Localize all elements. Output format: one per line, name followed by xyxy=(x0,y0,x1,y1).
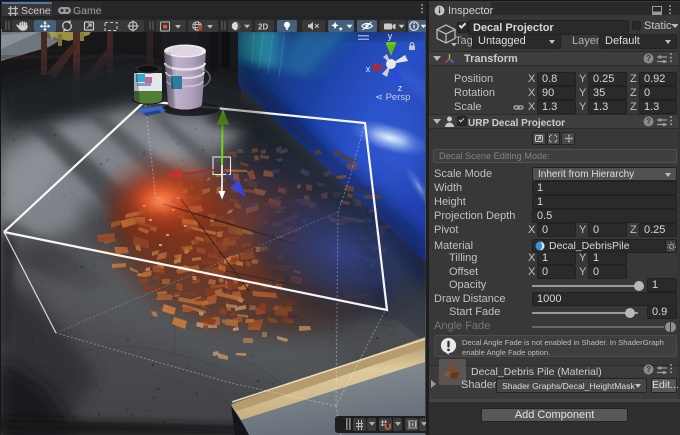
svg-text:⋖ Persp: ⋖ Persp xyxy=(375,92,410,103)
svg-text:y: y xyxy=(388,31,393,41)
svg-text:?: ? xyxy=(646,365,651,374)
svg-text:?: ? xyxy=(646,117,651,126)
svg-text:x: x xyxy=(366,64,371,74)
svg-text:?: ? xyxy=(646,54,651,63)
